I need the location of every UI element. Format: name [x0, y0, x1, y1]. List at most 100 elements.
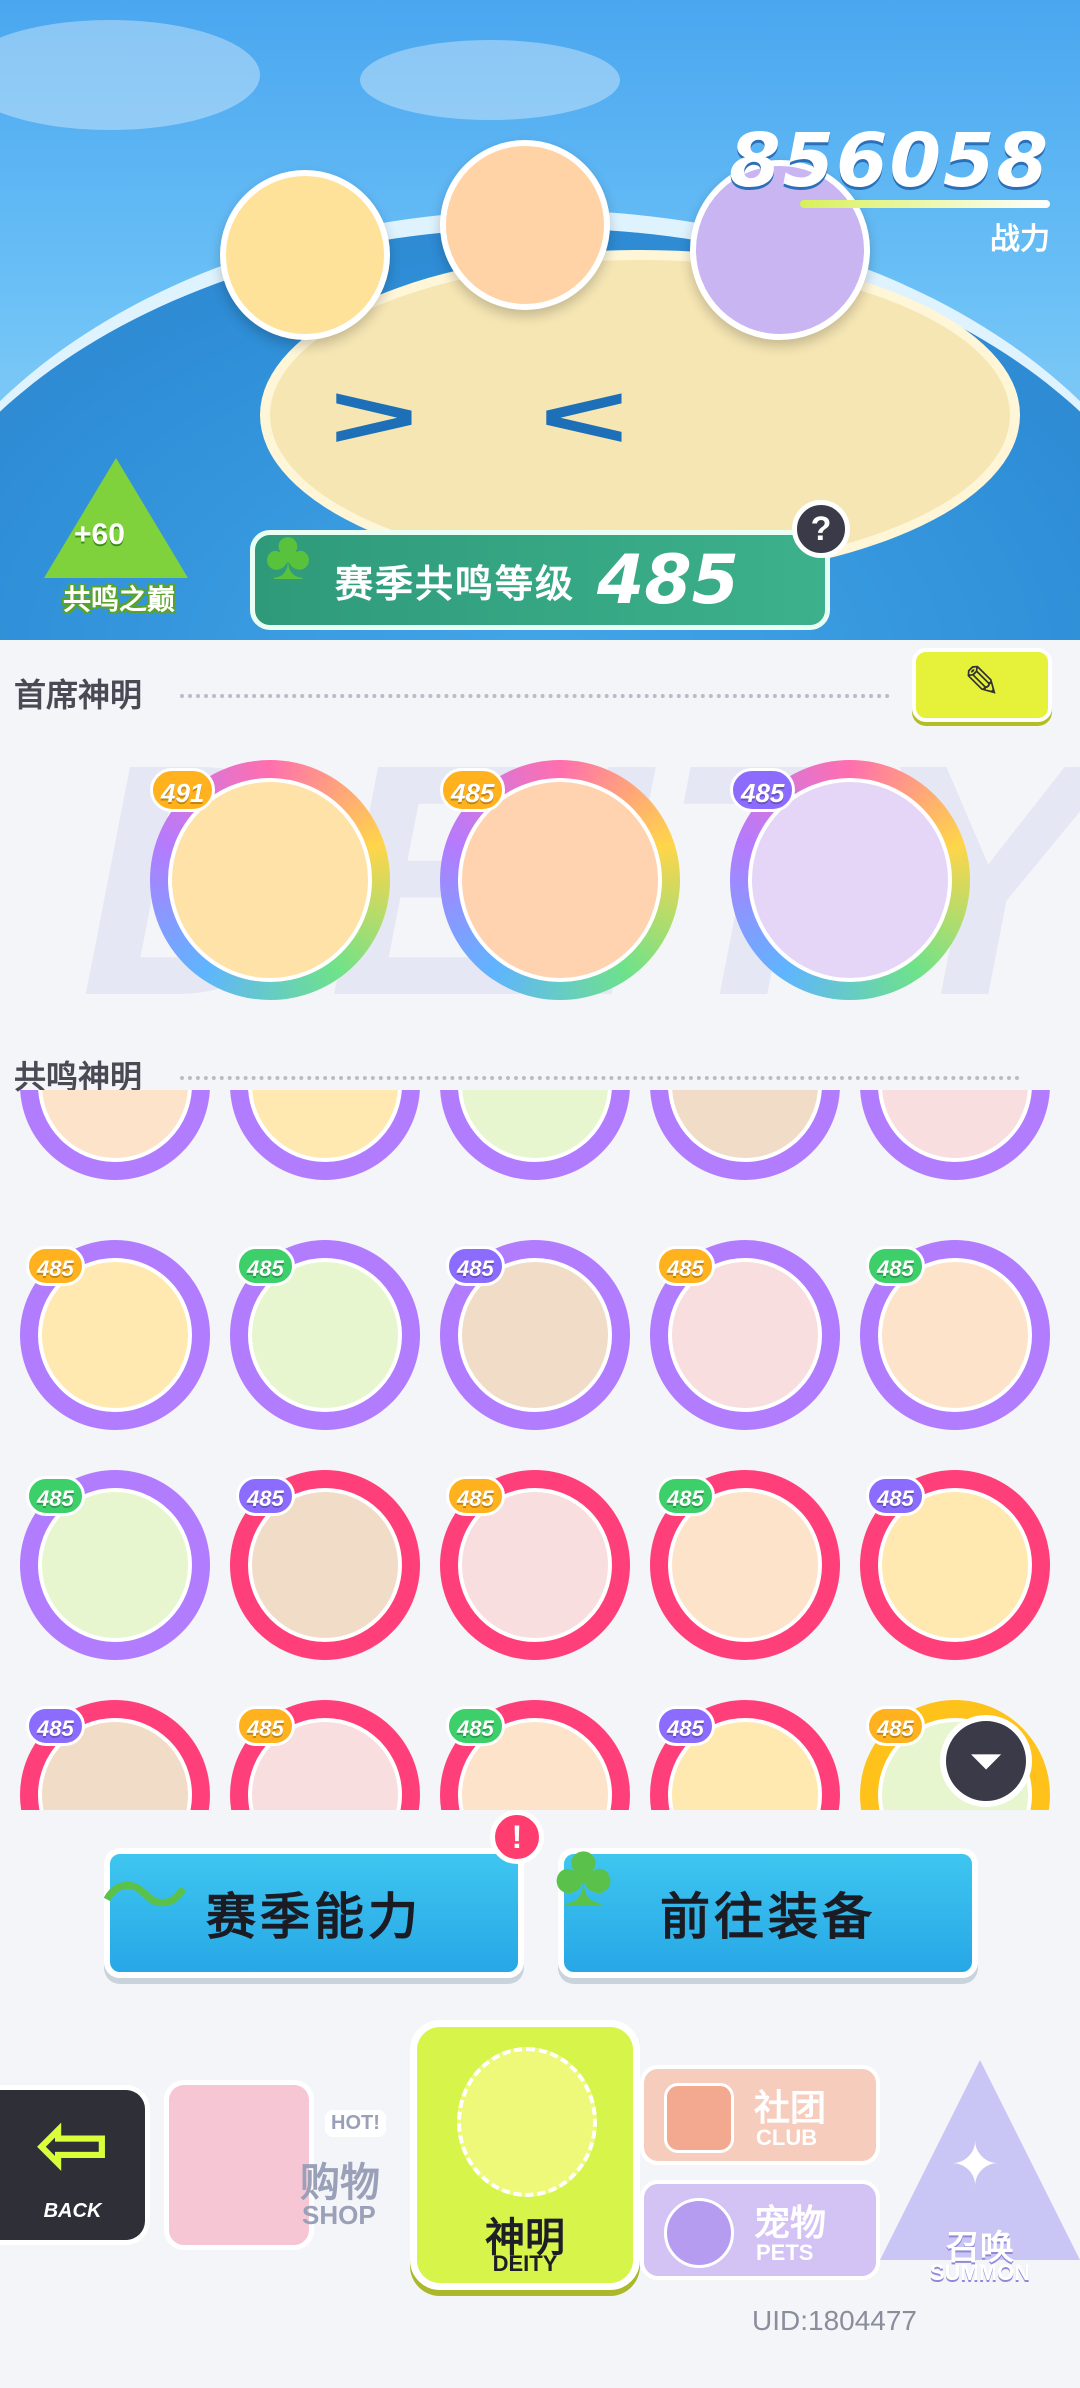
lead-deity-title: 首席神明: [14, 677, 143, 713]
level-badge: 485: [446, 1246, 505, 1286]
combat-power-label: 战力: [990, 223, 1050, 256]
level-badge: 485: [730, 768, 796, 812]
back-button[interactable]: ⇦ BACK: [0, 2085, 150, 2245]
character-avatar[interactable]: [440, 140, 610, 310]
level-badge: 485: [236, 1246, 295, 1286]
deity-card[interactable]: 485: [230, 1240, 420, 1430]
lead-deity-card[interactable]: 485: [440, 760, 680, 1000]
nav-summon-sublabel: SUMMON: [929, 2260, 1031, 2285]
deity-card[interactable]: 485: [860, 1240, 1050, 1430]
character-avatar[interactable]: [220, 170, 390, 340]
season-resonance-label: 赛季共鸣等级: [335, 563, 576, 606]
level-badge: 485: [446, 1706, 505, 1746]
nav-shop[interactable]: HOT! 购物 SHOP: [150, 2060, 410, 2280]
level-badge: 485: [440, 768, 506, 812]
peak-label: 共鸣之巅: [62, 584, 175, 615]
resonance-peak-badge[interactable]: +60 共鸣之巅: [34, 458, 194, 615]
palm-tree-icon: ♣: [265, 516, 311, 594]
deity-portrait: [38, 1090, 192, 1162]
deity-card[interactable]: [230, 1090, 420, 1180]
nav-pets[interactable]: 宠物 PETS: [640, 2180, 880, 2280]
level-badge: 491: [150, 768, 216, 812]
deity-card[interactable]: 485: [230, 1700, 420, 1810]
deity-portrait: [458, 1090, 612, 1162]
back-arrow-icon: ⇦: [34, 2095, 111, 2195]
pets-icon: [664, 2198, 734, 2268]
hot-tag: HOT!: [325, 2110, 386, 2137]
bottom-nav: ⇦ BACK HOT! 购物 SHOP 神明 DEITY 社团 CLUB 宠物 …: [0, 2020, 1080, 2320]
deity-card[interactable]: 485: [860, 1470, 1050, 1660]
arrow-decoration: >: [330, 365, 418, 467]
level-badge: 485: [446, 1476, 505, 1516]
deity-portrait: [248, 1090, 402, 1162]
nav-club-sublabel: CLUB: [756, 2125, 818, 2150]
deity-card[interactable]: 485: [20, 1700, 210, 1810]
resonance-deity-grid[interactable]: 485 485 485 485 485 485 485 485 485 485 485 485 485 4…: [0, 1090, 1080, 1810]
peak-bonus: +60: [74, 518, 125, 551]
star-icon: ✦: [950, 2131, 1001, 2198]
cloud: [360, 40, 620, 120]
deity-card[interactable]: 485: [440, 1240, 630, 1430]
deity-card[interactable]: 485: [650, 1700, 840, 1810]
level-badge: 485: [236, 1476, 295, 1516]
deity-character-icon: [457, 2047, 597, 2197]
vending-machine-icon: [164, 2080, 314, 2250]
club-icon: [664, 2083, 734, 2153]
user-id: UID:1804477: [752, 2305, 918, 2336]
level-badge: 485: [866, 1476, 925, 1516]
deity-card[interactable]: [860, 1090, 1050, 1180]
deity-portrait: [878, 1090, 1032, 1162]
nav-deity-sublabel: DEITY: [492, 2251, 558, 2276]
arrow-decoration: <: [540, 365, 628, 467]
go-equipment-label: 前往装备: [660, 1889, 876, 1945]
cloud: [0, 20, 260, 130]
season-resonance-level: 485: [597, 540, 739, 620]
nav-pets-label: 宠物: [754, 2202, 827, 2243]
level-badge: 485: [26, 1476, 85, 1516]
lead-deity-card[interactable]: 491: [150, 760, 390, 1000]
nav-club-label: 社团: [754, 2087, 827, 2128]
level-badge: 485: [26, 1246, 85, 1286]
divider: [180, 1076, 1020, 1080]
level-badge: 485: [866, 1706, 925, 1746]
filter-icon: ⏷: [969, 1737, 1003, 1784]
combat-power-value: 856058: [729, 118, 1050, 204]
wave-icon: 〜: [100, 1848, 190, 1948]
deity-card[interactable]: 485: [650, 1240, 840, 1430]
deity-card[interactable]: 485: [440, 1470, 630, 1660]
level-badge: 485: [656, 1706, 715, 1746]
deity-card[interactable]: [650, 1090, 840, 1180]
palm-tree-icon: ♣: [554, 1825, 614, 1925]
deity-card[interactable]: 485: [650, 1470, 840, 1660]
alert-badge: !: [490, 1810, 544, 1864]
season-ability-button[interactable]: 〜 赛季能力: [100, 1848, 524, 1978]
filter-button[interactable]: ⏷: [940, 1715, 1032, 1807]
level-badge: 485: [656, 1246, 715, 1286]
deity-card[interactable]: 485: [20, 1240, 210, 1430]
go-equipment-button[interactable]: ♣ 前往装备: [554, 1825, 978, 1978]
nav-shop-sublabel: SHOP: [302, 2200, 376, 2230]
nav-summon[interactable]: ✦ 召唤 SUMMON: [880, 2060, 1080, 2290]
nav-pets-sublabel: PETS: [756, 2240, 814, 2265]
lead-deity-card[interactable]: 485: [730, 760, 970, 1000]
combat-power-underline: [800, 200, 1050, 208]
edit-button[interactable]: ✎: [912, 648, 1052, 722]
level-badge: 485: [236, 1706, 295, 1746]
level-badge: 485: [656, 1476, 715, 1516]
back-label: BACK: [43, 2200, 102, 2222]
pencil-icon: ✎: [963, 658, 1001, 707]
deity-portrait: [668, 1090, 822, 1162]
deity-card[interactable]: [440, 1090, 630, 1180]
divider: [180, 694, 890, 698]
deity-card[interactable]: 485: [20, 1470, 210, 1660]
season-resonance-panel: ♣ 赛季共鸣等级 485: [250, 516, 830, 630]
level-badge: 485: [866, 1246, 925, 1286]
deity-card[interactable]: [20, 1090, 210, 1180]
deity-card[interactable]: 485: [230, 1470, 420, 1660]
deity-card[interactable]: 485: [440, 1700, 630, 1810]
season-ability-label: 赛季能力: [206, 1889, 422, 1945]
nav-deity[interactable]: 神明 DEITY: [410, 2020, 640, 2290]
help-button[interactable]: ?: [792, 500, 850, 558]
level-badge: 485: [26, 1706, 85, 1746]
nav-club[interactable]: 社团 CLUB: [640, 2065, 880, 2165]
